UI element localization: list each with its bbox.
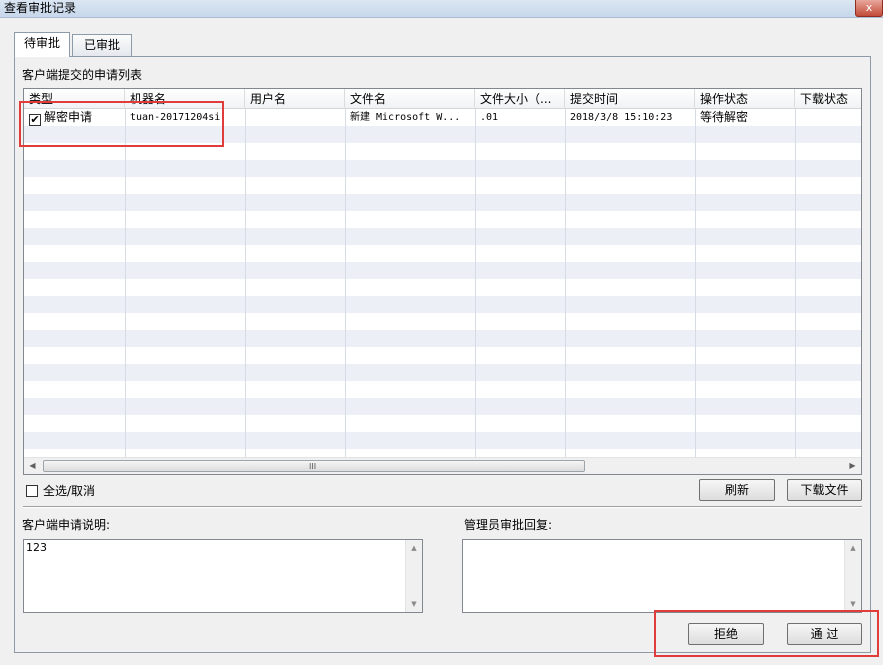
row-file-size: .01 xyxy=(480,112,499,123)
title-bar: 查看审批记录 x xyxy=(0,0,883,18)
column-divider xyxy=(245,109,246,457)
scroll-down-icon[interactable]: ▼ xyxy=(845,596,861,612)
empty-row xyxy=(24,432,861,449)
empty-row xyxy=(24,330,861,347)
column-divider xyxy=(565,109,566,457)
column-divider xyxy=(695,109,696,457)
request-list-label: 客户端提交的申请列表 xyxy=(22,68,143,82)
scrollbar-thumb[interactable]: III xyxy=(43,460,585,472)
row-file-name: 新建 Microsoft W... xyxy=(350,112,461,123)
reject-button[interactable]: 拒绝 xyxy=(688,623,764,645)
refresh-button[interactable]: 刷新 xyxy=(699,479,775,501)
empty-row xyxy=(24,228,861,245)
tab-pending[interactable]: 待审批 xyxy=(14,32,70,57)
scroll-left-icon[interactable]: ◀ xyxy=(24,458,41,474)
scroll-up-icon[interactable]: ▲ xyxy=(845,540,861,556)
column-divider xyxy=(125,109,126,457)
admin-reply-label: 管理员审批回复: xyxy=(464,518,553,532)
row-op-status: 等待解密 xyxy=(700,110,749,124)
scroll-down-icon[interactable]: ▼ xyxy=(406,596,422,612)
empty-row xyxy=(24,211,861,228)
select-all-label: 全选/取消 xyxy=(43,484,96,498)
empty-row xyxy=(24,262,861,279)
client-note-label: 客户端申请说明: xyxy=(22,518,111,532)
empty-row xyxy=(24,279,861,296)
divider xyxy=(23,506,862,508)
column-header-submit-time[interactable]: 提交时间 xyxy=(565,89,695,109)
admin-reply-field[interactable]: ▲ ▼ xyxy=(462,539,862,613)
scroll-right-icon[interactable]: ▶ xyxy=(844,458,861,474)
empty-row xyxy=(24,398,861,415)
column-header-user[interactable]: 用户名 xyxy=(245,89,345,109)
row-dl-status xyxy=(795,109,861,126)
table-header: 类型 机器名 用户名 文件名 文件大小（... 提交时间 操作状态 下载状态 xyxy=(24,89,861,109)
row-type-cell: ✔ 解密申请 xyxy=(24,109,125,126)
scrollbar-grip: III xyxy=(309,462,317,471)
row-checkbox[interactable]: ✔ xyxy=(29,114,41,126)
approve-button[interactable]: 通 过 xyxy=(787,623,862,645)
empty-row xyxy=(24,245,861,262)
column-header-file-size[interactable]: 文件大小（... xyxy=(475,89,565,109)
row-machine: tuan-20171204si xyxy=(130,112,221,123)
column-header-dl-status[interactable]: 下载状态 xyxy=(795,89,861,109)
table-row[interactable]: ✔ 解密申请 tuan-20171204si 新建 Microsoft W... … xyxy=(24,109,861,126)
column-divider xyxy=(345,109,346,457)
client-note-text: 123 xyxy=(26,541,47,554)
request-list-table[interactable]: 类型 机器名 用户名 文件名 文件大小（... 提交时间 操作状态 下载状态 ✔… xyxy=(23,88,862,475)
scroll-up-icon[interactable]: ▲ xyxy=(406,540,422,556)
column-header-file-name[interactable]: 文件名 xyxy=(345,89,475,109)
tab-approved[interactable]: 已审批 xyxy=(72,34,132,56)
empty-row xyxy=(24,313,861,330)
empty-row xyxy=(24,296,861,313)
empty-row xyxy=(24,160,861,177)
empty-row xyxy=(24,415,861,432)
close-button[interactable]: x xyxy=(855,0,883,17)
empty-row xyxy=(24,194,861,211)
select-all-checkbox[interactable]: 全选/取消 xyxy=(26,484,95,498)
empty-row xyxy=(24,347,861,364)
row-submit-time: 2018/3/8 15:10:23 xyxy=(570,112,673,123)
download-file-button[interactable]: 下载文件 xyxy=(787,479,862,501)
column-divider xyxy=(475,109,476,457)
row-type: 解密申请 xyxy=(44,110,93,124)
column-header-machine[interactable]: 机器名 xyxy=(125,89,245,109)
client-note-field[interactable]: 123 ▲ ▼ xyxy=(23,539,423,613)
row-user xyxy=(245,109,345,126)
empty-row xyxy=(24,143,861,160)
horizontal-scrollbar[interactable]: ◀ III ▶ xyxy=(24,457,861,474)
window-title: 查看审批记录 xyxy=(4,1,77,15)
empty-row xyxy=(24,364,861,381)
vertical-scrollbar[interactable]: ▲ ▼ xyxy=(405,540,422,612)
select-all-box[interactable] xyxy=(26,485,38,497)
column-header-op-status[interactable]: 操作状态 xyxy=(695,89,795,109)
column-divider xyxy=(795,109,796,457)
empty-row xyxy=(24,126,861,143)
empty-row xyxy=(24,177,861,194)
column-header-type[interactable]: 类型 xyxy=(24,89,125,109)
vertical-scrollbar[interactable]: ▲ ▼ xyxy=(844,540,861,612)
empty-row xyxy=(24,381,861,398)
